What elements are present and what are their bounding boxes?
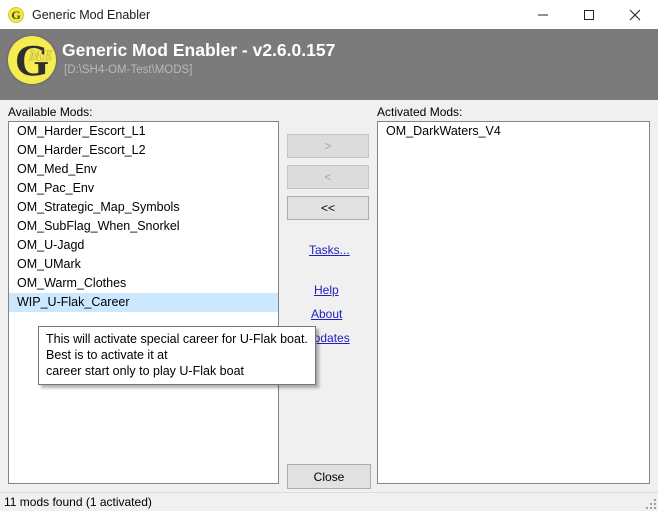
- about-link[interactable]: About: [311, 307, 342, 321]
- activated-mods-label: Activated Mods:: [377, 105, 463, 119]
- minimize-icon: [538, 14, 548, 15]
- gme-logo-large-icon: G ME: [8, 36, 56, 85]
- list-item[interactable]: OM_DarkWaters_V4: [378, 122, 649, 141]
- status-bar: 11 mods found (1 activated): [0, 492, 658, 511]
- move-all-left-button[interactable]: <<: [287, 196, 369, 220]
- window-controls: [520, 0, 658, 29]
- move-right-button[interactable]: >: [287, 134, 369, 158]
- generic-mod-enabler-window: Generic Mod Enabler G: [0, 0, 658, 511]
- tasks-link[interactable]: Tasks...: [309, 243, 350, 257]
- list-item[interactable]: OM_Harder_Escort_L1: [9, 122, 278, 141]
- maximize-button[interactable]: [566, 0, 612, 29]
- close-button[interactable]: [612, 0, 658, 29]
- maximize-icon: [584, 9, 594, 20]
- close-dialog-button[interactable]: Close: [287, 464, 371, 489]
- tooltip-line: Best is to activate it at: [46, 348, 168, 362]
- move-left-button[interactable]: <: [287, 165, 369, 189]
- resize-grip-icon[interactable]: [644, 497, 656, 509]
- available-mods-list[interactable]: OM_Harder_Escort_L1 OM_Harder_Escort_L2 OM…: [8, 121, 279, 484]
- list-item[interactable]: OM_Warm_Clothes: [9, 274, 278, 293]
- mod-description-tooltip: This will activate special career for U-…: [38, 326, 316, 385]
- logo-badge: ME: [29, 48, 53, 64]
- activated-mods-list[interactable]: OM_DarkWaters_V4: [377, 121, 650, 484]
- tooltip-line: This will activate special career for U-…: [46, 332, 308, 346]
- tooltip-line: career start only to play U-Flak boat: [46, 364, 244, 378]
- app-header: G ME Generic Mod Enabler - v2.6.0.157 [D…: [0, 29, 658, 100]
- gme-logo-icon: [8, 6, 24, 23]
- list-item[interactable]: OM_Strategic_Map_Symbols: [9, 198, 278, 217]
- close-icon: [629, 9, 641, 20]
- help-link[interactable]: Help: [314, 283, 339, 297]
- list-item[interactable]: OM_U-Jagd: [9, 236, 278, 255]
- list-item[interactable]: OM_Med_Env: [9, 160, 278, 179]
- window-title: Generic Mod Enabler: [32, 7, 151, 22]
- minimize-button[interactable]: [520, 0, 566, 29]
- list-item[interactable]: OM_UMark: [9, 255, 278, 274]
- app-title: Generic Mod Enabler - v2.6.0.157: [62, 40, 336, 60]
- title-bar: Generic Mod Enabler: [0, 0, 658, 29]
- list-item[interactable]: OM_Harder_Escort_L2: [9, 141, 278, 160]
- available-mods-label: Available Mods:: [8, 105, 93, 119]
- mods-folder-path: [D:\SH4-OM-Test\MODS]: [64, 64, 193, 76]
- status-text: 11 mods found (1 activated): [4, 495, 152, 509]
- list-item[interactable]: OM_Pac_Env: [9, 179, 278, 198]
- list-item[interactable]: WIP_U-Flak_Career: [9, 293, 278, 312]
- list-item[interactable]: OM_SubFlag_When_Snorkel: [9, 217, 278, 236]
